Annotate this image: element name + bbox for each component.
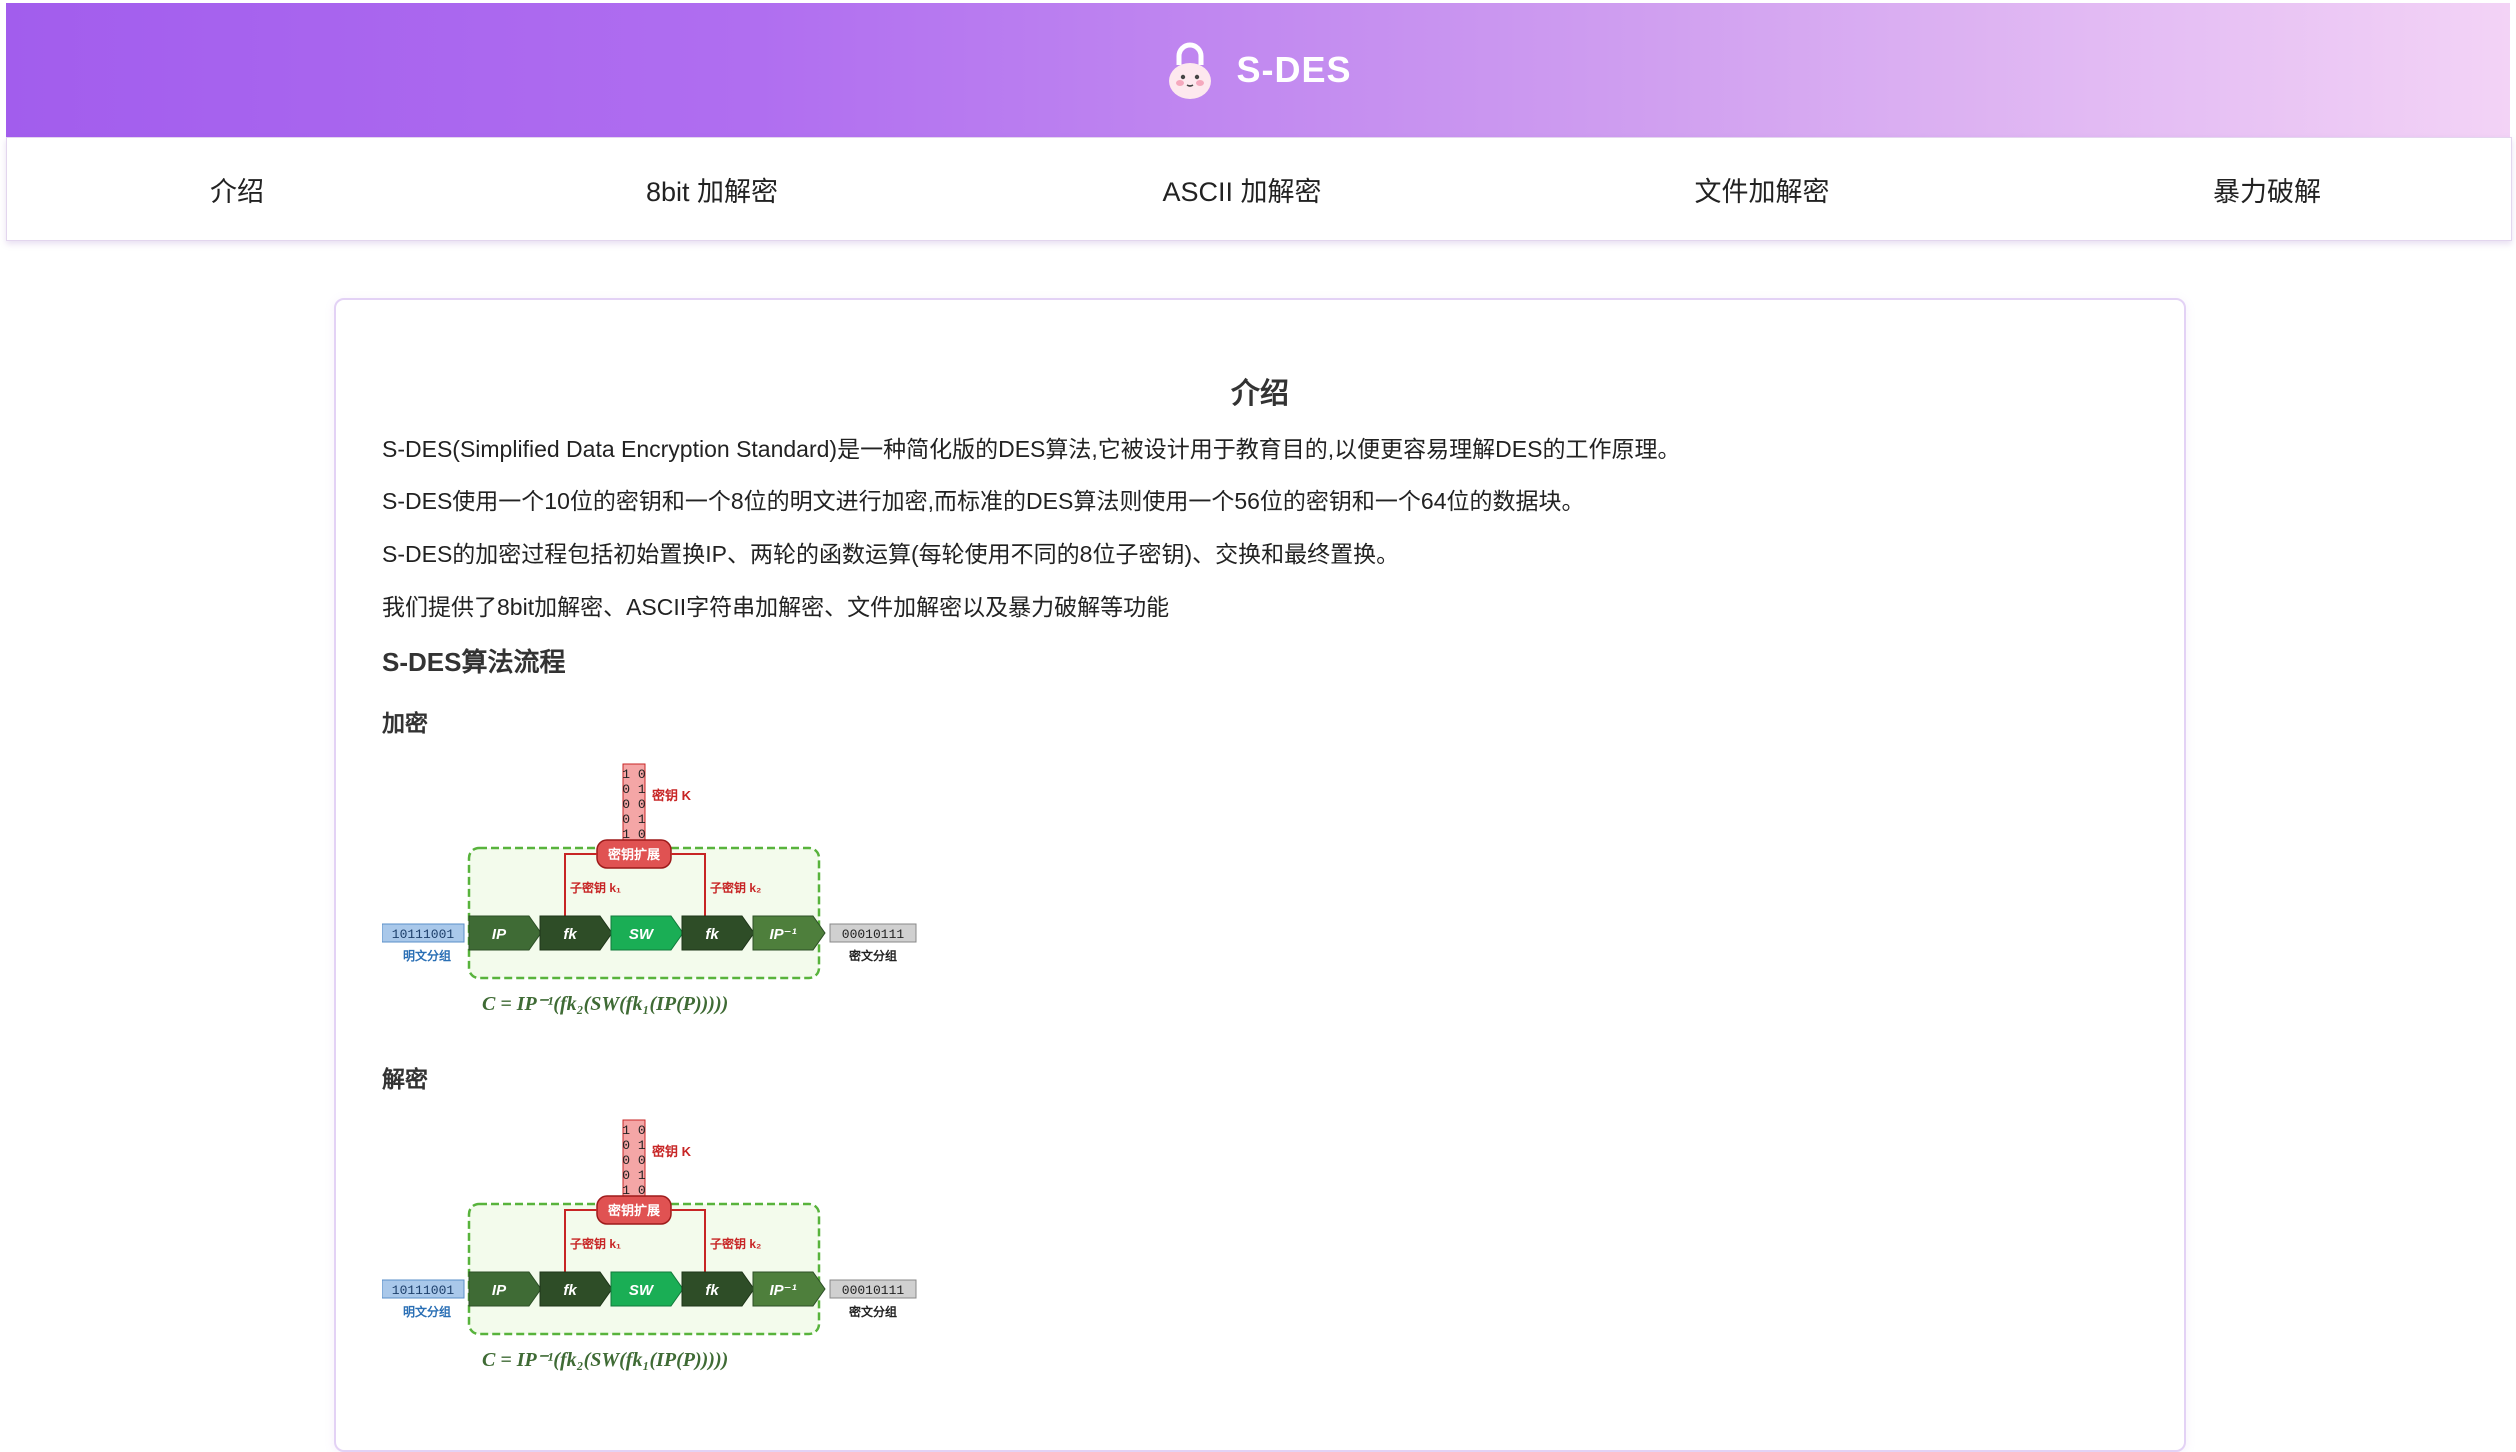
- nav-ascii-crypto[interactable]: ASCII 加解密: [1077, 138, 1407, 240]
- stage-ip: IP: [492, 926, 507, 943]
- ciphertext-label: 密文分组: [849, 948, 897, 963]
- stage-ip: IP: [492, 1282, 507, 1299]
- stage-fk2: fk: [705, 926, 719, 943]
- key-expansion-label: 密钥扩展: [607, 847, 661, 862]
- key-bits-row: 0 1: [622, 812, 646, 827]
- decrypt-heading: 解密: [382, 1066, 428, 1092]
- main-nav: 介绍 8bit 加解密 ASCII 加解密 文件加解密 暴力破解: [6, 137, 2512, 241]
- subkey1-label: 子密钥 k₁: [570, 880, 621, 895]
- key-bits-row: 0 0: [622, 1153, 645, 1168]
- key-expansion-label: 密钥扩展: [607, 1203, 661, 1218]
- intro-card: 介绍 S-DES(Simplified Data Encryption Stan…: [334, 298, 2186, 1452]
- subkey2-label: 子密钥 k₂: [710, 880, 761, 895]
- plaintext-label: 明文分组: [403, 1304, 451, 1319]
- key-bits-row: 0 1: [622, 1168, 646, 1183]
- stage-fk1: fk: [563, 1282, 577, 1299]
- subkey2-label: 子密钥 k₂: [710, 1236, 761, 1251]
- app-header: S-DES: [6, 3, 2510, 137]
- encrypt-flow-diagram: 1 0 0 1 0 0 0 1 1 0 密钥 K 密钥扩展 子密钥 k₁ 子密钥…: [382, 763, 917, 1015]
- nav-file-crypto[interactable]: 文件加解密: [1602, 138, 1922, 240]
- intro-title: 介绍: [1230, 378, 1289, 410]
- stage-ip-inverse: IP⁻¹: [769, 926, 796, 943]
- ciphertext-bits: 00010111: [842, 1283, 905, 1298]
- stage-fk2: fk: [705, 1282, 719, 1299]
- stage-sw: SW: [629, 926, 655, 943]
- app-title: S-DES: [1236, 49, 1352, 90]
- intro-paragraph-1: S-DES(Simplified Data Encryption Standar…: [382, 436, 1681, 462]
- key-label: 密钥 K: [651, 1144, 692, 1159]
- key-bits-row: 1 0: [622, 1123, 645, 1138]
- intro-paragraph-3: S-DES的加密过程包括初始置换IP、两轮的函数运算(每轮使用不同的8位子密钥)…: [382, 541, 1400, 567]
- encrypt-heading: 加密: [382, 710, 428, 736]
- nav-intro[interactable]: 介绍: [87, 138, 387, 240]
- flow-heading: S-DES算法流程: [382, 647, 566, 677]
- nav-brute-force[interactable]: 暴力破解: [2107, 138, 2427, 240]
- intro-paragraph-4: 我们提供了8bit加解密、ASCII字符串加解密、文件加解密以及暴力破解等功能: [382, 594, 1170, 620]
- key-bits-row: 0 0: [622, 797, 645, 812]
- stage-fk1: fk: [563, 926, 577, 943]
- plaintext-label: 明文分组: [403, 948, 451, 963]
- lock-mascot-icon: [1169, 42, 1212, 99]
- decrypt-flow-diagram: 1 0 0 1 0 0 0 1 1 0 密钥 K 密钥扩展 子密钥 k₁ 子密钥…: [382, 1119, 917, 1371]
- stage-ip-inverse: IP⁻¹: [769, 1282, 796, 1299]
- plaintext-bits: 10111001: [392, 927, 455, 942]
- intro-paragraph-2: S-DES使用一个10位的密钥和一个8位的明文进行加密,而标准的DES算法则使用…: [382, 488, 1585, 514]
- key-bits-row: 1 0: [622, 767, 645, 782]
- plaintext-bits: 10111001: [392, 1283, 455, 1298]
- flow-formula: C = IP⁻¹(fk₂(SW(fk₁(IP(P))))): [482, 993, 728, 1015]
- flow-formula: C = IP⁻¹(fk₂(SW(fk₁(IP(P))))): [482, 1349, 728, 1371]
- key-bits-row: 0 1: [622, 1138, 646, 1153]
- subkey1-label: 子密钥 k₁: [570, 1236, 621, 1251]
- key-bits-row: 0 1: [622, 782, 646, 797]
- ciphertext-label: 密文分组: [849, 1304, 897, 1319]
- ciphertext-bits: 00010111: [842, 927, 905, 942]
- key-label: 密钥 K: [651, 788, 692, 803]
- stage-sw: SW: [629, 1282, 655, 1299]
- nav-8bit-crypto[interactable]: 8bit 加解密: [547, 138, 877, 240]
